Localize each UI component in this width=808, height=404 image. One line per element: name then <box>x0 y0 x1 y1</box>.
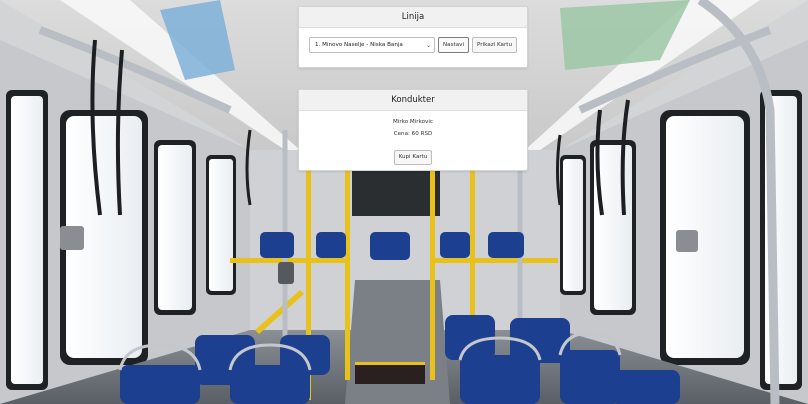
buy-ticket-button[interactable]: Kupi Kartu <box>393 149 433 165</box>
conductor-panel: Kondukter Mirko Mirkovic Cena: 60 RSD Ku… <box>298 89 528 171</box>
route-select[interactable]: 1. Minovo Naselje - Niska Banja ⌄ <box>309 37 435 53</box>
conductor-panel-title: Kondukter <box>299 90 527 111</box>
conductor-name: Mirko Mirkovic <box>392 119 433 125</box>
route-select-value: 1. Minovo Naselje - Niska Banja <box>315 42 403 48</box>
route-panel-title: Linija <box>299 7 527 28</box>
route-panel-body: 1. Minovo Naselje - Niska Banja ⌄ Nastav… <box>299 28 527 53</box>
route-panel: Linija 1. Minovo Naselje - Niska Banja ⌄… <box>298 6 528 68</box>
conductor-panel-body: Mirko Mirkovic Cena: 60 RSD Kupi Kartu <box>299 111 527 165</box>
chevron-down-icon: ⌄ <box>425 41 431 49</box>
show-card-button[interactable]: Prikazi Kartu <box>472 37 518 53</box>
ticket-price: Cena: 60 RSD <box>393 131 433 137</box>
next-button[interactable]: Nastavi <box>438 37 470 53</box>
